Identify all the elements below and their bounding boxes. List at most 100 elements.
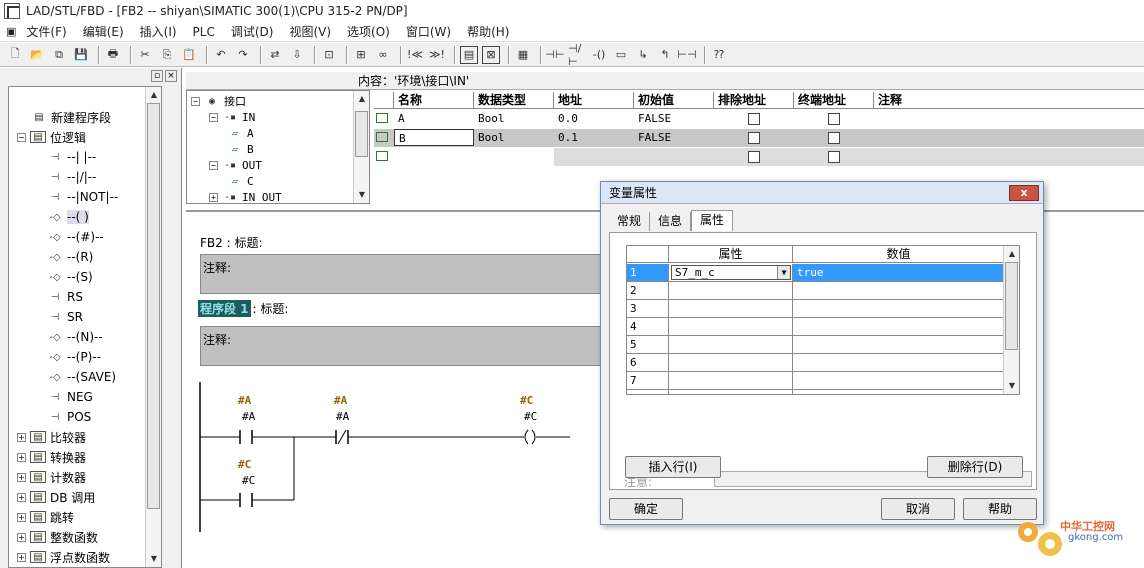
cancel-button[interactable]: 取消 [881,498,955,520]
attribute-row[interactable]: 8 [627,390,1005,394]
block-comment[interactable]: 注释: [200,254,606,294]
tree-item[interactable]: + ▤ 浮点数函数 [13,547,147,567]
attribute-cell[interactable] [669,336,793,353]
tree-item[interactable]: ⊣ --|NOT|-- [13,187,147,207]
cell-init[interactable]: FALSE [634,110,714,127]
cell-name[interactable]: A [394,110,474,127]
undo-icon[interactable]: ↶ [212,46,230,64]
save-icon[interactable]: 💾 [72,46,90,64]
scroll-thumb[interactable] [1005,262,1018,350]
element-tree-scrollbar[interactable]: ▲ ▼ [145,87,161,567]
col-init[interactable]: 初始值 [634,92,714,109]
cell-type[interactable]: Bool [474,129,554,146]
copy-icon[interactable]: ⎘ [158,46,176,64]
attribute-select[interactable]: S7_m_c ▼ [671,265,791,280]
tab-general[interactable]: 常规 [609,212,651,231]
tree-item[interactable]: + ▤ 转换器 [13,447,147,467]
tree-item[interactable]: -◇ --(SAVE) [13,367,147,387]
coil-tb-icon[interactable]: -() [590,46,608,64]
tab-attributes[interactable]: 属性 [691,210,734,231]
interface-tree-item[interactable]: + -▪ IN_OUT [191,189,351,203]
tree-item[interactable]: + ▤ DB 调用 [13,487,147,507]
tree-item[interactable]: ⊣ POS [13,407,147,427]
cell-name[interactable] [394,148,474,165]
interface-tree-item[interactable]: − ◉ 接口 [191,93,351,109]
value-cell[interactable] [793,318,1005,335]
exclude-address-checkbox[interactable] [748,132,760,144]
paste-icon[interactable]: 📋 [180,46,198,64]
monitor-icon[interactable]: ⊡ [320,46,338,64]
attribute-cell[interactable] [669,372,793,389]
tree-item[interactable]: ▤ 新建程序段 [13,107,147,127]
cell-address[interactable]: 0.0 [554,110,634,127]
no-contact-tb-icon[interactable]: ⊣⊢ [545,46,564,64]
attribute-cell[interactable] [669,318,793,335]
attribute-row[interactable]: 4 [627,318,1005,336]
chevron-down-icon[interactable]: ▼ [777,266,790,279]
attribute-row[interactable]: 6 [627,354,1005,372]
close-icon[interactable]: x [1009,185,1039,201]
delete-row-button[interactable]: 删除行(D) [927,456,1023,478]
terminal-address-checkbox[interactable] [828,151,840,163]
expand-toggle-icon[interactable]: + [17,492,26,502]
value-cell[interactable] [793,336,1005,353]
col-comment[interactable]: 注释 [874,92,1144,109]
col-terminal[interactable]: 终端地址 [794,92,874,109]
menu-debug[interactable]: 调试(D) [231,23,274,40]
expand-toggle-icon[interactable]: − [209,112,218,122]
col-value[interactable]: 数值 [793,246,1005,263]
expand-toggle-icon[interactable]: − [209,160,218,170]
new-icon[interactable]: 🗋 [6,46,24,64]
menu-window[interactable]: 窗口(W) [406,23,451,40]
tab-info[interactable]: 信息 [650,212,692,231]
scroll-down-icon[interactable]: ▼ [146,551,161,567]
insert-row-button[interactable]: 插入行(I) [625,456,721,478]
menu-edit[interactable]: 编辑(E) [83,23,124,40]
tree-item[interactable]: -◇ --( ) [13,207,147,227]
cell-address[interactable] [554,148,634,165]
value-cell[interactable] [793,282,1005,299]
tree-item[interactable]: ⊣ --| |-- [13,147,147,167]
expand-toggle-icon[interactable]: + [209,192,218,202]
expand-toggle-icon[interactable]: + [17,552,26,562]
expand-toggle-icon[interactable]: − [17,132,26,142]
value-cell[interactable] [793,354,1005,371]
cell-type[interactable]: Bool [474,110,554,127]
terminal-address-checkbox[interactable] [828,132,840,144]
expand-toggle-icon[interactable]: − [191,96,200,106]
menu-options[interactable]: 选项(O) [347,23,390,40]
cut-icon[interactable]: ✂ [136,46,154,64]
menu-doc-icon[interactable]: ▣ [6,25,16,38]
scroll-up-icon[interactable]: ▲ [1004,246,1019,262]
branch-close-tb-icon[interactable]: ↰ [656,46,674,64]
connection-tb-icon[interactable]: ⊢⊣ [677,46,696,64]
nc-contact-tb-icon[interactable]: ⊣/⊢ [568,42,586,68]
expand-toggle-icon[interactable]: + [17,432,26,442]
attributes-scrollbar[interactable]: ▲ ▼ [1003,246,1019,394]
interface-tree-scrollbar[interactable]: ▲ ▼ [353,91,369,203]
terminal-address-checkbox[interactable] [828,113,840,125]
tree-item[interactable]: -◇ --(P)-- [13,347,147,367]
expand-toggle-icon[interactable]: + [17,512,26,522]
fb-title[interactable]: FB2 : 标题: [200,234,263,251]
value-cell[interactable] [793,390,1005,394]
interface-tree-item[interactable]: ▱ C [191,173,351,189]
value-cell[interactable] [793,372,1005,389]
prev-icon[interactable]: !≪ [406,46,424,64]
cell-init[interactable] [634,148,714,165]
empty-box-tb-icon[interactable]: ▭ [612,46,630,64]
network-header[interactable]: 程序段 1 : 标题: [198,300,288,317]
new-network-tb-icon[interactable]: ▦ [514,46,532,64]
redo-icon[interactable]: ↷ [234,46,252,64]
col-address[interactable]: 地址 [554,92,634,109]
menu-view[interactable]: 视图(V) [289,23,331,40]
dialog-titlebar[interactable]: 变量属性 [601,182,1043,204]
print-icon[interactable]: 🖶 [104,46,122,64]
cell-type[interactable] [474,148,554,165]
menu-help[interactable]: 帮助(H) [467,23,509,40]
col-attribute[interactable]: 属性 [669,246,793,263]
attribute-row[interactable]: 1 S7_m_c ▼ true [627,264,1005,282]
tree-item[interactable]: + ▤ 整数函数 [13,527,147,547]
scroll-up-icon[interactable]: ▲ [146,87,161,103]
interface-tree-item[interactable]: ▱ A [191,125,351,141]
